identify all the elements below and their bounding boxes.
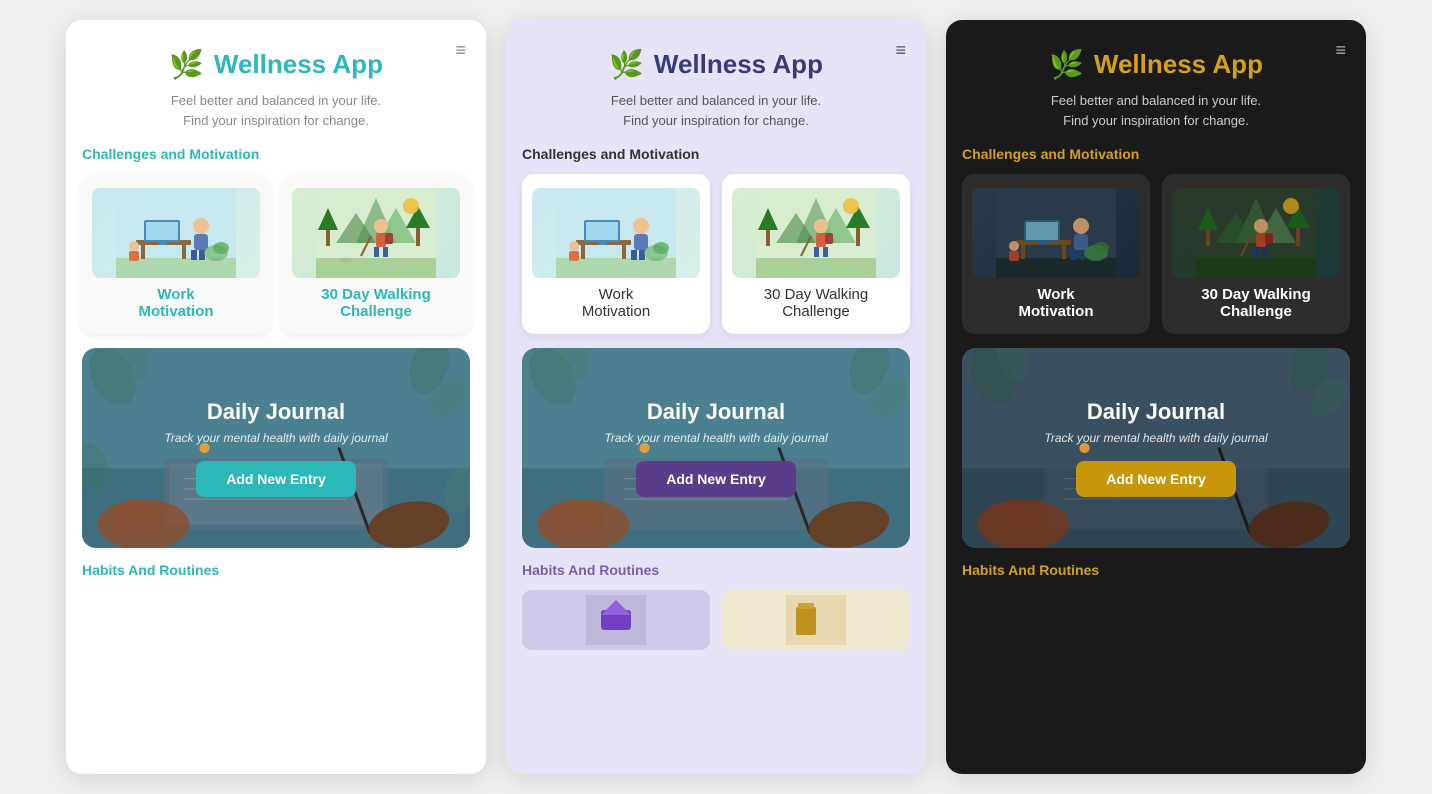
logo-row-purple: 🌿 Wellness App bbox=[609, 48, 823, 81]
journal-card-purple[interactable]: Daily Journal Track your mental health w… bbox=[522, 348, 910, 548]
app-header-purple: ≡ 🌿 Wellness App Feel better and balance… bbox=[506, 20, 926, 146]
add-entry-btn-purple[interactable]: Add New Entry bbox=[636, 461, 796, 497]
work-motivation-title-purple: WorkMotivation bbox=[582, 286, 650, 320]
app-subtitle-light: Feel better and balanced in your life. F… bbox=[171, 91, 381, 130]
menu-icon-dark[interactable]: ≡ bbox=[1335, 40, 1346, 61]
habits-title-light: Habits And Routines bbox=[82, 562, 470, 578]
walking-title-purple: 30 Day WalkingChallenge bbox=[764, 286, 869, 320]
walking-title-dark: 30 Day WalkingChallenge bbox=[1201, 286, 1310, 320]
phone-purple: ≡ 🌿 Wellness App Feel better and balance… bbox=[506, 20, 926, 774]
section-challenges-light: Challenges and Motivation bbox=[82, 146, 470, 162]
app-title-dark: Wellness App bbox=[1094, 49, 1263, 80]
habits-title-dark: Habits And Routines bbox=[962, 562, 1350, 578]
journal-card-light[interactable]: Daily Journal Track your mental health w… bbox=[82, 348, 470, 548]
menu-icon-purple[interactable]: ≡ bbox=[895, 40, 906, 61]
add-entry-btn-dark[interactable]: Add New Entry bbox=[1076, 461, 1236, 497]
work-illus-light bbox=[92, 188, 260, 278]
cards-row-dark: WorkMotivation bbox=[962, 174, 1350, 334]
add-entry-btn-light[interactable]: Add New Entry bbox=[196, 461, 356, 497]
work-motivation-title-light: WorkMotivation bbox=[139, 286, 214, 320]
app-title-purple: Wellness App bbox=[654, 49, 823, 80]
app-content-dark: Challenges and Motivation bbox=[946, 146, 1366, 774]
habits-section-light: Habits And Routines bbox=[82, 562, 470, 578]
cards-row-light: WorkMotivation bbox=[82, 174, 470, 334]
walking-card-purple[interactable]: 30 Day WalkingChallenge bbox=[722, 174, 910, 334]
walk-illus-purple bbox=[732, 188, 900, 278]
walking-title-light: 30 Day WalkingChallenge bbox=[321, 286, 430, 320]
app-subtitle-dark: Feel better and balanced in your life. F… bbox=[1051, 91, 1261, 130]
walking-card-dark[interactable]: 30 Day WalkingChallenge bbox=[1162, 174, 1350, 334]
journal-overlay-purple: Daily Journal Track your mental health w… bbox=[522, 348, 910, 548]
journal-subtitle-purple: Track your mental health with daily jour… bbox=[604, 431, 827, 445]
section-challenges-purple: Challenges and Motivation bbox=[522, 146, 910, 162]
walking-card-light[interactable]: 30 Day WalkingChallenge bbox=[282, 174, 470, 334]
section-challenges-dark: Challenges and Motivation bbox=[962, 146, 1350, 162]
logo-icon-purple: 🌿 bbox=[609, 48, 644, 81]
walk-illus-light bbox=[292, 188, 460, 278]
app-subtitle-purple: Feel better and balanced in your life. F… bbox=[611, 91, 821, 130]
app-content-light: Challenges and Motivation bbox=[66, 146, 486, 774]
logo-icon-dark: 🌿 bbox=[1049, 48, 1084, 81]
journal-subtitle-light: Track your mental health with daily jour… bbox=[164, 431, 387, 445]
habits-title-purple: Habits And Routines bbox=[522, 562, 910, 578]
cards-row-purple: WorkMotivation bbox=[522, 174, 910, 334]
work-motivation-card-light[interactable]: WorkMotivation bbox=[82, 174, 270, 334]
journal-overlay-dark: Daily Journal Track your mental health w… bbox=[962, 348, 1350, 548]
journal-title-dark: Daily Journal bbox=[1087, 399, 1225, 425]
journal-subtitle-dark: Track your mental health with daily jour… bbox=[1044, 431, 1267, 445]
walk-illus-dark bbox=[1172, 188, 1340, 278]
work-motivation-card-purple[interactable]: WorkMotivation bbox=[522, 174, 710, 334]
logo-row-light: 🌿 Wellness App bbox=[169, 48, 383, 81]
work-illus-purple bbox=[532, 188, 700, 278]
journal-title-light: Daily Journal bbox=[207, 399, 345, 425]
work-motivation-title-dark: WorkMotivation bbox=[1019, 286, 1094, 320]
logo-row-dark: 🌿 Wellness App bbox=[1049, 48, 1263, 81]
journal-card-dark[interactable]: Daily Journal Track your mental health w… bbox=[962, 348, 1350, 548]
app-content-purple: Challenges and Motivation bbox=[506, 146, 926, 774]
menu-icon-light[interactable]: ≡ bbox=[455, 40, 466, 61]
journal-title-purple: Daily Journal bbox=[647, 399, 785, 425]
habits-section-dark: Habits And Routines bbox=[962, 562, 1350, 578]
logo-icon-light: 🌿 bbox=[169, 48, 204, 81]
work-motivation-card-dark[interactable]: WorkMotivation bbox=[962, 174, 1150, 334]
work-illus-dark bbox=[972, 188, 1140, 278]
app-header-dark: ≡ 🌿 Wellness App Feel better and balance… bbox=[946, 20, 1366, 146]
habits-section-purple: Habits And Routines bbox=[522, 562, 910, 650]
phone-light: ≡ 🌿 Wellness App Feel better and balance… bbox=[66, 20, 486, 774]
app-header-light: ≡ 🌿 Wellness App Feel better and balance… bbox=[66, 20, 486, 146]
app-title-light: Wellness App bbox=[214, 49, 383, 80]
journal-overlay-light: Daily Journal Track your mental health w… bbox=[82, 348, 470, 548]
phone-dark: ≡ 🌿 Wellness App Feel better and balance… bbox=[946, 20, 1366, 774]
